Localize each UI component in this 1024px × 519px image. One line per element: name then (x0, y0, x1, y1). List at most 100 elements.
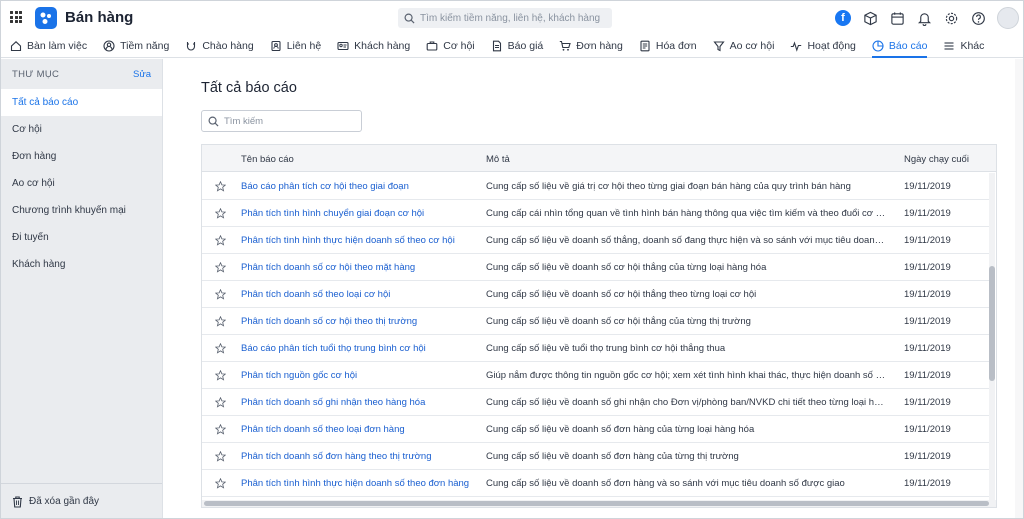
report-last-run-date: 19/11/2019 (904, 424, 951, 435)
report-description: Cung cấp số liệu về doanh số cơ hội thắn… (486, 262, 767, 273)
report-description: Cung cấp cái nhìn tổng quan về tình hình… (486, 208, 886, 219)
report-name-link[interactable]: Báo cáo phân tích cơ hội theo giai đoạn (241, 181, 409, 192)
sidebar-item-chuong-trinh-khuyen-mai[interactable]: Chương trình khuyến mại (1, 197, 162, 224)
sidebar-item-co-hoi[interactable]: Cơ hội (1, 116, 162, 143)
avatar[interactable] (997, 7, 1019, 29)
package-icon[interactable] (862, 10, 878, 26)
star-icon[interactable] (214, 396, 227, 411)
menu-icon (944, 41, 954, 50)
star-icon[interactable] (214, 423, 227, 438)
table-row[interactable]: Phân tích doanh số cơ hội theo thị trườn… (202, 308, 990, 335)
top-bar: Bán hàng Tìm kiếm tiềm năng, liên hệ, kh… (1, 1, 1023, 34)
table-row[interactable]: Phân tích nguồn gốc cơ hội Giúp nắm được … (202, 362, 990, 389)
table-row[interactable]: Báo cáo phân tích tuổi thọ trung bình cơ… (202, 335, 990, 362)
table-row[interactable]: Phân tích tình hình thực hiện doanh số t… (202, 227, 990, 254)
tab-hoat-dong[interactable]: Hoạt động (790, 34, 856, 57)
tab-don-hang[interactable]: Đơn hàng (559, 34, 623, 57)
tab-hoa-don[interactable]: Hóa đơn (639, 34, 697, 57)
page-scrollbar[interactable] (1015, 59, 1023, 518)
report-name-link[interactable]: Phân tích tình hình thực hiện doanh số t… (241, 235, 455, 246)
star-icon[interactable] (214, 261, 227, 276)
gear-icon[interactable] (943, 10, 959, 26)
folder-sidebar: THƯ MỤC Sửa Tất cả báo cáo Cơ hội Đơn hà… (1, 59, 163, 518)
table-row[interactable]: Phân tích doanh số cơ hội theo mặt hàng C… (202, 254, 990, 281)
report-name-link[interactable]: Phân tích doanh số cơ hội theo mặt hàng (241, 262, 415, 273)
tab-khach-hang[interactable]: Khách hàng (337, 34, 410, 57)
magnet-icon (187, 41, 196, 51)
main-content: Tất cả báo cáo Tìm kiếm Tên báo cáo Mô t… (163, 59, 1023, 518)
report-last-run-date: 19/11/2019 (904, 451, 951, 462)
sidebar-item-don-hang[interactable]: Đơn hàng (1, 143, 162, 170)
star-icon[interactable] (214, 315, 227, 330)
report-name-link[interactable]: Phân tích doanh số ghi nhận theo hàng hó… (241, 397, 425, 408)
tab-tiem-nang[interactable]: Tiềm năng (103, 34, 169, 57)
calendar-icon[interactable] (889, 10, 905, 26)
scrollbar-thumb[interactable] (989, 266, 995, 381)
tab-ban-lam-viec[interactable]: Bàn làm việc (10, 34, 87, 57)
table-row[interactable]: Báo cáo phân tích cơ hội theo giai đoạn C… (202, 173, 990, 200)
tab-ao-co-hoi[interactable]: Ao cơ hội (712, 34, 774, 57)
star-icon[interactable] (214, 450, 227, 465)
recent-deleted-link[interactable]: Đã xóa gần đây (1, 483, 162, 518)
report-name-link[interactable]: Phân tích nguồn gốc cơ hội (241, 370, 357, 381)
star-icon[interactable] (214, 369, 227, 384)
scrollbar-thumb[interactable] (204, 501, 989, 506)
column-header-date[interactable]: Ngày chạy cuối (904, 154, 969, 165)
tab-bao-cao[interactable]: Báo cáo (871, 34, 927, 58)
global-search-placeholder: Tìm kiếm tiềm năng, liên hệ, khách hàng (420, 12, 601, 24)
sidebar-item-tat-ca-bao-cao[interactable]: Tất cả báo cáo (1, 89, 162, 116)
sidebar-header: THƯ MỤC Sửa (1, 59, 162, 89)
table-row[interactable]: Phân tích doanh số ghi nhận theo hàng hó… (202, 389, 990, 416)
star-icon[interactable] (214, 477, 227, 492)
tab-label: Khách hàng (354, 39, 411, 52)
report-last-run-date: 19/11/2019 (904, 397, 951, 408)
app-title: Bán hàng (65, 9, 134, 26)
report-name-link[interactable]: Phân tích doanh số theo loại đơn hàng (241, 424, 405, 435)
report-last-run-date: 19/11/2019 (904, 235, 951, 246)
tab-label: Khác (960, 39, 985, 52)
star-icon[interactable] (214, 234, 227, 249)
table-row[interactable]: Phân tích tình hình chuyển giai đoạn cơ … (202, 200, 990, 227)
report-name-link[interactable]: Báo cáo phân tích tuổi thọ trung bình cơ… (241, 343, 426, 354)
tab-bao-gia[interactable]: Báo giá (491, 34, 543, 57)
sidebar-item-di-tuyen[interactable]: Đi tuyến (1, 224, 162, 251)
table-row[interactable]: Phân tích doanh số đơn hàng theo thị trư… (202, 443, 990, 470)
report-name-link[interactable]: Phân tích doanh số theo loại cơ hội (241, 289, 390, 300)
report-name-link[interactable]: Phân tích tình hình chuyển giai đoạn cơ … (241, 208, 424, 219)
report-search-input[interactable]: Tìm kiếm (201, 110, 362, 132)
table-horizontal-scrollbar[interactable] (202, 500, 996, 507)
sidebar-item-ao-co-hoi[interactable]: Ao cơ hội (1, 170, 162, 197)
sidebar-edit-link[interactable]: Sửa (133, 69, 151, 80)
table-body: Báo cáo phân tích cơ hội theo giai đoạn C… (202, 173, 990, 501)
report-description: Cung cấp số liệu về giá trị cơ hội theo … (486, 181, 851, 192)
table-vertical-scrollbar[interactable] (989, 173, 995, 501)
table-row[interactable]: Phân tích tình hình thực hiện doanh số t… (202, 470, 990, 497)
report-name-link[interactable]: Phân tích tình hình thực hiện doanh số t… (241, 478, 469, 489)
app-grid-icon[interactable] (10, 11, 22, 23)
report-name-link[interactable]: Phân tích doanh số đơn hàng theo thị trư… (241, 451, 431, 462)
sidebar-item-khach-hang[interactable]: Khách hàng (1, 251, 162, 278)
tab-co-hoi[interactable]: Cơ hội (426, 34, 475, 57)
report-last-run-date: 19/11/2019 (904, 181, 951, 192)
help-icon[interactable] (970, 10, 986, 26)
tab-khac[interactable]: Khác (943, 34, 984, 57)
table-row[interactable]: Phân tích doanh số theo loại đơn hàng Cun… (202, 416, 990, 443)
global-search-input[interactable]: Tìm kiếm tiềm năng, liên hệ, khách hàng (398, 8, 612, 28)
bell-icon[interactable] (916, 10, 932, 26)
column-header-name[interactable]: Tên báo cáo (241, 154, 294, 165)
table-row[interactable]: Phân tích doanh số theo loại cơ hội Cung … (202, 281, 990, 308)
star-icon[interactable] (214, 288, 227, 303)
star-icon[interactable] (214, 207, 227, 222)
star-icon[interactable] (214, 180, 227, 195)
quote-doc-icon (492, 40, 501, 51)
tab-chao-hang[interactable]: Chào hàng (185, 34, 254, 57)
tab-label: Hoạt động (807, 39, 856, 52)
column-header-desc[interactable]: Mô tả (486, 154, 510, 165)
report-last-run-date: 19/11/2019 (904, 343, 951, 354)
report-description: Cung cấp số liệu về doanh số đơn hàng củ… (486, 424, 755, 435)
tab-lien-he[interactable]: Liên hệ (270, 34, 321, 57)
report-name-link[interactable]: Phân tích doanh số cơ hội theo thị trườn… (241, 316, 417, 327)
star-icon[interactable] (214, 342, 227, 357)
report-description: Cung cấp số liệu về doanh số ghi nhận ch… (486, 397, 886, 408)
facebook-icon[interactable]: f (835, 10, 851, 26)
